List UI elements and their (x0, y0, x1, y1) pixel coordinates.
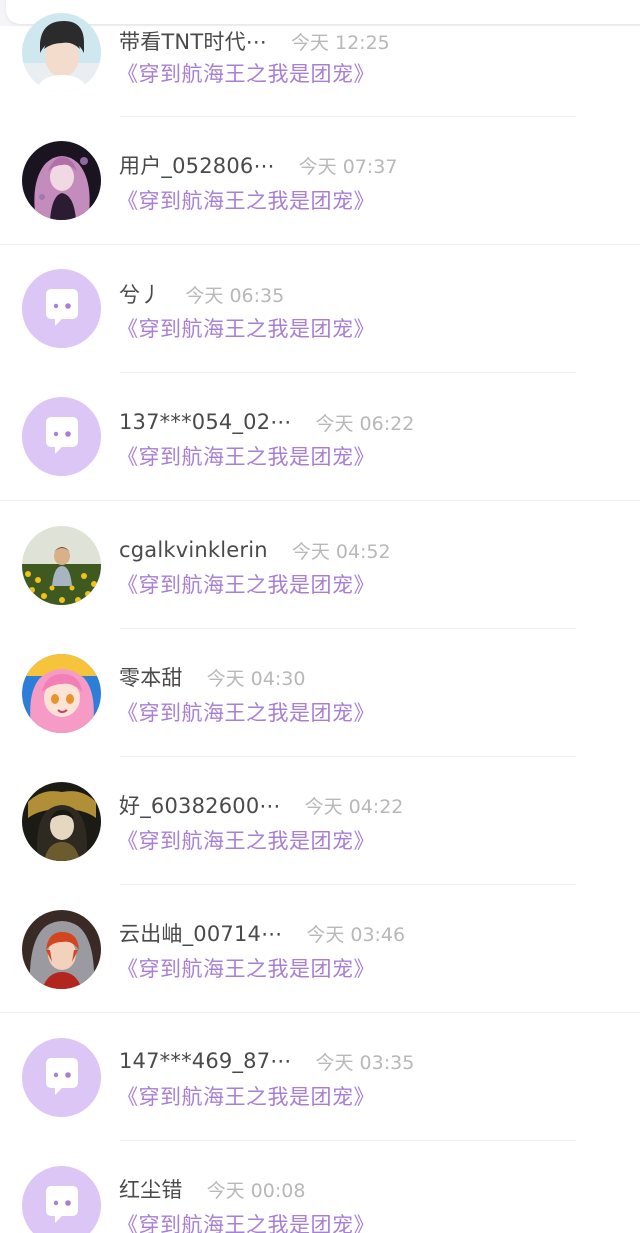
anime-avatar-icon (22, 654, 101, 733)
book-title[interactable]: 《穿到航海王之我是团宠》 (117, 697, 375, 727)
comment-time: 今天 12:25 (290, 31, 390, 54)
user-name[interactable]: 137***054_02⋯ (119, 410, 292, 434)
avatar[interactable] (22, 1166, 101, 1233)
comment-time: 今天 04:52 (291, 540, 391, 563)
list-item[interactable]: 云出岫_00714⋯ 今天 03:46 《穿到航海王之我是团宠》 (0, 885, 640, 1013)
name-time-line: 零本甜 今天 04:30 (119, 662, 305, 692)
anime-avatar-icon (22, 910, 101, 989)
book-title[interactable]: 《穿到航海王之我是团宠》 (117, 953, 375, 983)
avatar[interactable] (22, 141, 101, 220)
list-item[interactable]: 147***469_87⋯ 今天 03:35 《穿到航海王之我是团宠》 (0, 1013, 640, 1141)
avatar[interactable] (22, 782, 101, 861)
list-item[interactable]: 兮丿 今天 06:35 《穿到航海王之我是团宠》 (0, 245, 640, 373)
anime-avatar-icon (22, 141, 101, 220)
name-time-line: cgalkvinklerin 今天 04:52 (119, 535, 391, 565)
name-time-line: 147***469_87⋯ 今天 03:35 (119, 1046, 414, 1076)
user-name[interactable]: 兮丿 (119, 279, 161, 309)
name-time-line: 用户_052806⋯ 今天 07:37 (119, 150, 397, 180)
comment-time: 今天 00:08 (206, 1179, 306, 1202)
book-title[interactable]: 《穿到航海王之我是团宠》 (117, 58, 375, 88)
chat-bubble-icon (22, 1038, 101, 1117)
user-name[interactable]: 零本甜 (119, 662, 183, 692)
book-title[interactable]: 《穿到航海王之我是团宠》 (117, 441, 375, 471)
user-name[interactable]: 红尘错 (119, 1174, 183, 1204)
list-item[interactable]: cgalkvinklerin 今天 04:52 《穿到航海王之我是团宠》 (0, 501, 640, 629)
book-title[interactable]: 《穿到航海王之我是团宠》 (117, 1209, 375, 1233)
comment-time: 今天 06:22 (315, 412, 415, 435)
avatar[interactable] (22, 1038, 101, 1117)
name-time-line: 137***054_02⋯ 今天 06:22 (119, 407, 414, 437)
book-title[interactable]: 《穿到航海王之我是团宠》 (117, 1081, 375, 1111)
user-name[interactable]: 好_60382600⋯ (119, 790, 281, 820)
name-time-line: 云出岫_00714⋯ 今天 03:46 (119, 918, 405, 948)
book-title[interactable]: 《穿到航海王之我是团宠》 (117, 825, 375, 855)
user-name[interactable]: 带看TNT时代⋯ (119, 26, 267, 56)
comment-time: 今天 07:37 (298, 155, 398, 178)
chat-bubble-icon (22, 269, 101, 348)
user-photo-icon (22, 526, 101, 605)
avatar[interactable] (22, 269, 101, 348)
user-photo-icon (22, 13, 101, 92)
name-time-line: 好_60382600⋯ 今天 04:22 (119, 790, 403, 820)
list-item[interactable]: 好_60382600⋯ 今天 04:22 《穿到航海王之我是团宠》 (0, 757, 640, 885)
book-title[interactable]: 《穿到航海王之我是团宠》 (117, 569, 375, 599)
list-item[interactable]: 137***054_02⋯ 今天 06:22 《穿到航海王之我是团宠》 (0, 373, 640, 501)
list-item[interactable]: 带看TNT时代⋯ 今天 12:25 《穿到航海王之我是团宠》 (0, 0, 640, 117)
user-name[interactable]: 云出岫_00714⋯ (119, 918, 282, 948)
name-time-line: 红尘错 今天 00:08 (119, 1174, 305, 1204)
avatar[interactable] (22, 397, 101, 476)
chat-bubble-icon (22, 1166, 101, 1233)
user-name[interactable]: cgalkvinklerin (119, 538, 268, 562)
list-item[interactable]: 用户_052806⋯ 今天 07:37 《穿到航海王之我是团宠》 (0, 117, 640, 245)
book-title[interactable]: 《穿到航海王之我是团宠》 (117, 313, 375, 343)
comment-time: 今天 04:30 (206, 667, 306, 690)
avatar[interactable] (22, 526, 101, 605)
comment-time: 今天 03:46 (306, 923, 406, 946)
comment-time: 今天 03:35 (315, 1051, 415, 1074)
list-item[interactable]: 红尘错 今天 00:08 《穿到航海王之我是团宠》 (0, 1141, 640, 1233)
comment-list-page: 带看TNT时代⋯ 今天 12:25 《穿到航海王之我是团宠》 用户_052806… (0, 0, 640, 1233)
avatar[interactable] (22, 654, 101, 733)
name-time-line: 带看TNT时代⋯ 今天 12:25 (119, 26, 390, 56)
list-item[interactable]: 零本甜 今天 04:30 《穿到航海王之我是团宠》 (0, 629, 640, 757)
user-name[interactable]: 147***469_87⋯ (119, 1049, 292, 1073)
user-name[interactable]: 用户_052806⋯ (119, 150, 275, 180)
comment-time: 今天 06:35 (185, 284, 285, 307)
avatar[interactable] (22, 910, 101, 989)
name-time-line: 兮丿 今天 06:35 (119, 279, 284, 309)
book-title[interactable]: 《穿到航海王之我是团宠》 (117, 185, 375, 215)
comment-time: 今天 04:22 (304, 795, 404, 818)
chat-bubble-icon (22, 397, 101, 476)
avatar[interactable] (22, 13, 101, 92)
anime-avatar-icon (22, 782, 101, 861)
